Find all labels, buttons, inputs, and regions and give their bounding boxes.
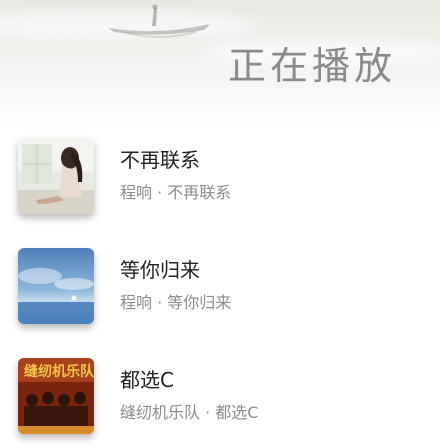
song-title: 不再联系 [120, 148, 200, 172]
song-subtitle: 程响 · 不再联系 [120, 183, 232, 202]
page-title: 正在播放 [227, 44, 396, 88]
song-item[interactable]: 不再联系 程响 · 不再联系 [0, 126, 440, 226]
song-title: 等你归来 [120, 258, 200, 282]
now-playing-screen: 正在播放 不再联系 程响 · 不再联系 等你归来 程响 · 等你归来 缝纫机乐队… [0, 0, 440, 445]
song-subtitle: 程响 · 等你归来 [120, 293, 232, 312]
song-item[interactable]: 等你归来 程响 · 等你归来 [0, 236, 440, 336]
song-title: 都选C [120, 368, 174, 392]
song-item[interactable]: 缝纫机乐队 都选C 缝纫机乐队 · 都选C [0, 346, 440, 445]
svg-text:缝纫机乐队: 缝纫机乐队 [24, 363, 94, 380]
song-subtitle: 缝纫机乐队 · 都选C [120, 403, 259, 422]
album-cover [18, 248, 94, 324]
album-cover: 缝纫机乐队 [18, 358, 94, 434]
header-banner: 正在播放 [0, 0, 440, 125]
boat-silhouette-icon [108, 4, 210, 38]
album-cover [18, 138, 94, 214]
